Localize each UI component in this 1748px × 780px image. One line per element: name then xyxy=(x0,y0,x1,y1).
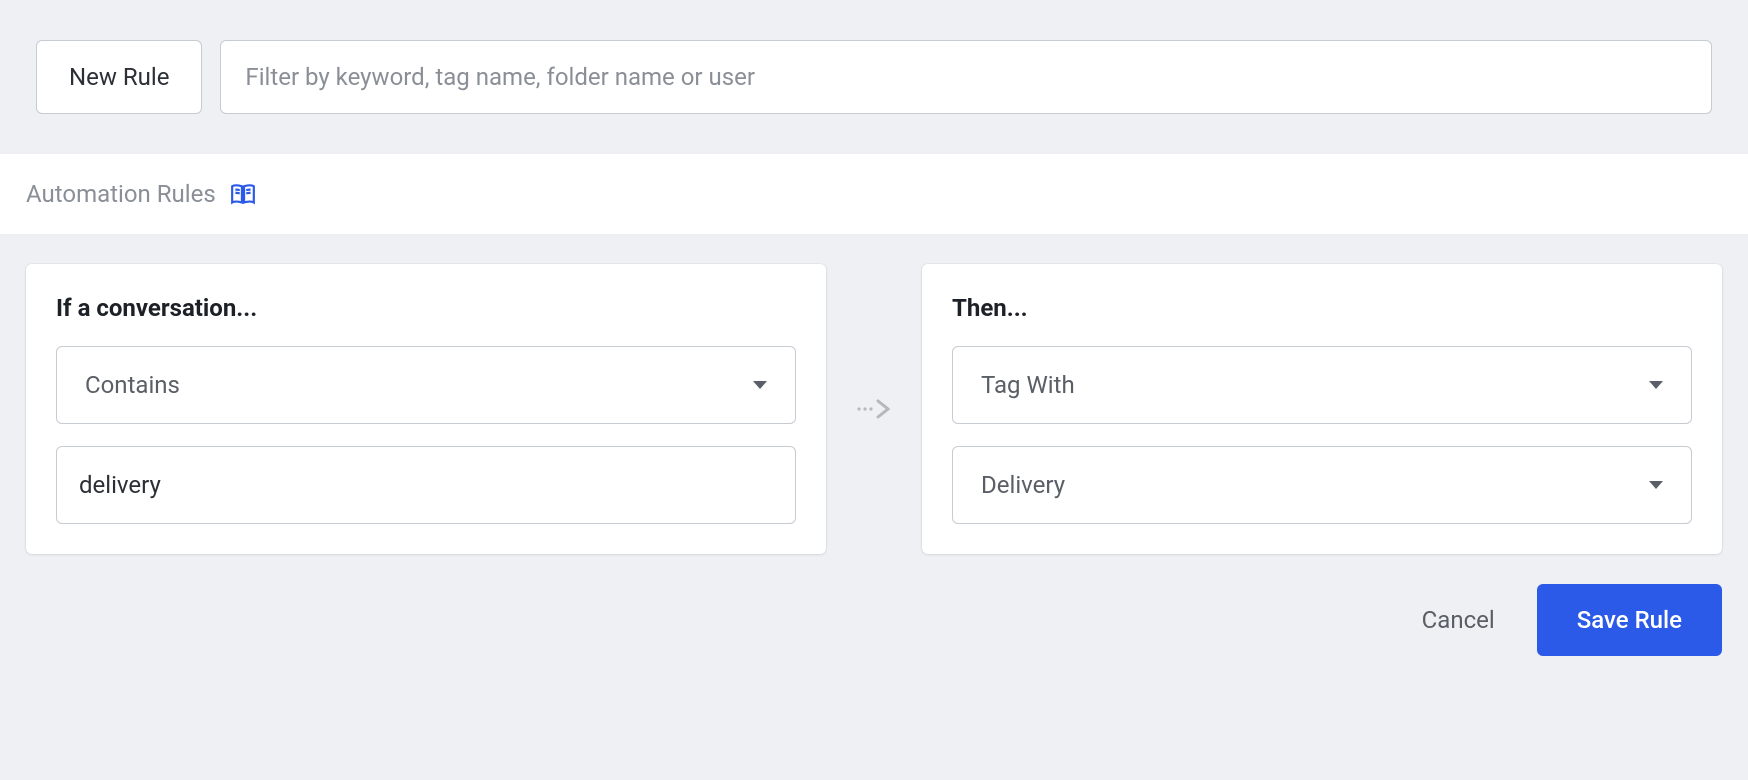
condition-title: If a conversation... xyxy=(56,294,796,322)
save-rule-button[interactable]: Save Rule xyxy=(1537,584,1722,656)
book-icon[interactable] xyxy=(230,183,256,205)
action-card: Then... Tag With Delivery xyxy=(922,264,1722,554)
condition-operator-label: Contains xyxy=(85,371,180,399)
rule-builder: If a conversation... Contains Then... Ta… xyxy=(0,234,1748,554)
chevron-down-icon xyxy=(1649,481,1663,489)
section-title: Automation Rules xyxy=(26,180,216,208)
action-title: Then... xyxy=(952,294,1692,322)
chevron-down-icon xyxy=(1649,381,1663,389)
section-header: Automation Rules xyxy=(0,154,1748,234)
filter-input[interactable] xyxy=(220,40,1712,114)
new-rule-button[interactable]: New Rule xyxy=(36,40,202,114)
action-value-label: Delivery xyxy=(981,471,1065,499)
condition-card: If a conversation... Contains xyxy=(26,264,826,554)
arrow-connector xyxy=(856,397,892,421)
action-value-select[interactable]: Delivery xyxy=(952,446,1692,524)
top-bar: New Rule xyxy=(0,0,1748,154)
condition-operator-select[interactable]: Contains xyxy=(56,346,796,424)
chevron-down-icon xyxy=(753,381,767,389)
cancel-button[interactable]: Cancel xyxy=(1422,606,1495,634)
footer-actions: Cancel Save Rule xyxy=(0,554,1748,656)
action-operator-select[interactable]: Tag With xyxy=(952,346,1692,424)
action-operator-label: Tag With xyxy=(981,371,1075,399)
condition-value-input[interactable] xyxy=(56,446,796,524)
